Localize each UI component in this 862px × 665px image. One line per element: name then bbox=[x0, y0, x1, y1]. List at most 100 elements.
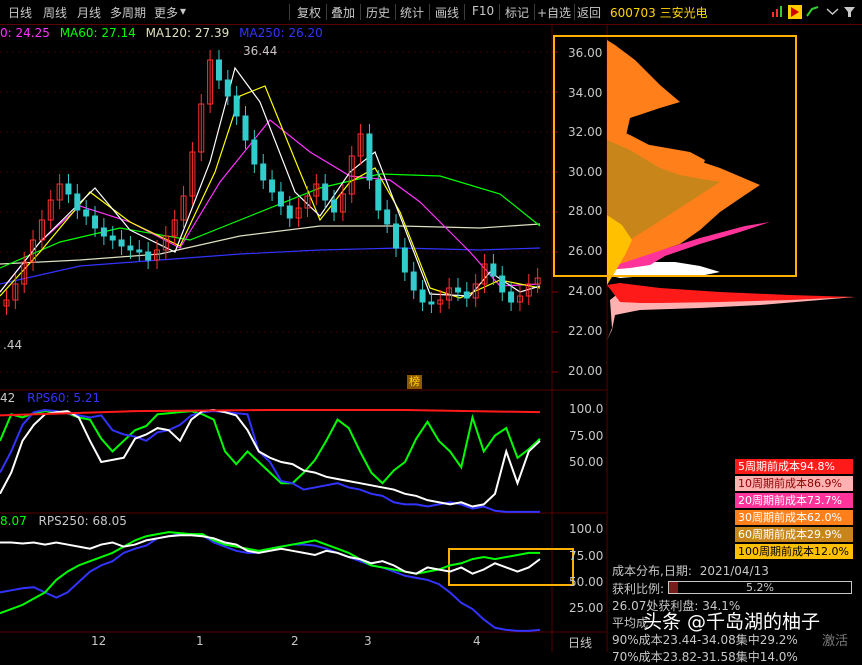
divider bbox=[289, 4, 290, 20]
statistics-button[interactable]: 统计 bbox=[400, 4, 424, 21]
divider bbox=[464, 4, 465, 20]
date-label: 1 bbox=[196, 634, 204, 648]
candle-body bbox=[100, 227, 107, 237]
watermark: 头条 @千岛湖的柚子 bbox=[643, 611, 821, 633]
draw-tool-icon[interactable] bbox=[806, 5, 819, 18]
price-axis-label: 34.00 bbox=[568, 86, 603, 100]
expand-icon[interactable] bbox=[826, 5, 839, 18]
price-axis-label: 20.00 bbox=[568, 364, 603, 378]
candle-body bbox=[419, 289, 426, 303]
add-watchlist-button[interactable]: +自选 bbox=[537, 4, 571, 21]
rps250-axis-label: 75.00 bbox=[569, 549, 604, 563]
candle-body bbox=[499, 275, 506, 293]
stock-name: 三安光电 bbox=[659, 6, 708, 20]
candle-body bbox=[401, 247, 408, 273]
rps60-cut-label: 42 bbox=[0, 391, 16, 405]
candle-body bbox=[224, 79, 231, 97]
candle-body bbox=[277, 191, 284, 207]
cost-legend-30[interactable]: 30周期前成本62.0% bbox=[735, 510, 853, 525]
divider bbox=[429, 4, 430, 20]
flag-icon[interactable] bbox=[788, 5, 802, 19]
period-label: 日线 bbox=[568, 636, 593, 650]
price-axis-label: 36.00 bbox=[568, 46, 603, 60]
candle-body bbox=[65, 183, 72, 195]
toolbar: 日线 周线 月线 多周期 更多 ▾ 复权 叠加 历史 统计 画线 F10 标记 … bbox=[0, 0, 862, 25]
candle-body bbox=[331, 199, 338, 213]
cost-70-line: 70%成本23.82-31.58集中14.0% bbox=[612, 650, 798, 664]
candle-body bbox=[251, 139, 258, 165]
tab-monthly[interactable]: 月线 bbox=[77, 4, 101, 21]
candle-body bbox=[384, 209, 391, 225]
ma120-label: MA120: 27.39 bbox=[145, 26, 230, 40]
profit-ratio-bar: 5.2% bbox=[668, 581, 852, 594]
cost-legend-5[interactable]: 5周期前成本94.8% bbox=[735, 459, 853, 474]
price-axis-label: 22.00 bbox=[568, 324, 603, 338]
bar-chart-icon[interactable] bbox=[771, 5, 784, 18]
chevron-down-icon[interactable]: ▾ bbox=[180, 4, 186, 18]
candle-body bbox=[92, 215, 99, 229]
profit-ratio-label: 获利比例: bbox=[612, 582, 665, 596]
candle-body bbox=[322, 183, 329, 201]
ma-label-cut: 0: 24.25 bbox=[0, 26, 50, 40]
candle-body bbox=[136, 249, 143, 253]
tab-more[interactable]: 更多 bbox=[154, 4, 178, 21]
cost-legend-60[interactable]: 60周期前成本29.9% bbox=[735, 527, 853, 542]
back-button[interactable]: 返回 bbox=[577, 4, 601, 21]
date-label: 2 bbox=[291, 634, 299, 648]
candle-body bbox=[242, 115, 249, 141]
candle-body bbox=[260, 163, 267, 181]
rps60-axis-label: 75.00 bbox=[569, 429, 604, 443]
cost-dist-date: 2021/04/13 bbox=[699, 564, 769, 578]
stock-code: 600703 bbox=[610, 6, 656, 20]
date-label: 12 bbox=[91, 634, 107, 648]
cost-legend-100[interactable]: 100周期前成本12.0% bbox=[735, 544, 853, 559]
candle-body bbox=[375, 179, 382, 211]
ma60-label: MA60: 27.14 bbox=[59, 26, 136, 40]
cost-dist-label: 成本分布,日期: bbox=[612, 564, 692, 578]
history-button[interactable]: 历史 bbox=[366, 4, 390, 21]
rps60-red-1 bbox=[0, 409, 541, 417]
tab-multi-period[interactable]: 多周期 bbox=[110, 4, 146, 21]
stock-title: 600703 三安光电 bbox=[610, 4, 708, 21]
tab-daily[interactable]: 日线 bbox=[8, 4, 32, 21]
ranking-badge[interactable]: 榜 bbox=[407, 375, 422, 389]
mark-button[interactable]: 标记 bbox=[505, 4, 529, 21]
ma-legend: 0: 24.25 MA60: 27.14 MA120: 27.39 MA250:… bbox=[0, 26, 329, 40]
divider bbox=[326, 4, 327, 20]
rps60-blue bbox=[0, 409, 540, 513]
date-label: 4 bbox=[473, 634, 481, 648]
candle-body bbox=[393, 223, 400, 249]
rps250-axis-label: 50.00 bbox=[569, 575, 604, 589]
candle-body bbox=[286, 205, 293, 219]
activate-tag: 激活 bbox=[822, 634, 849, 649]
filter-icon[interactable] bbox=[843, 5, 856, 18]
rps250-axis-label: 25.00 bbox=[569, 601, 604, 615]
candle-body bbox=[366, 133, 373, 181]
rps60-axis-label: 50.00 bbox=[569, 455, 604, 469]
date-label: 3 bbox=[364, 634, 372, 648]
f10-button[interactable]: F10 bbox=[472, 4, 494, 18]
price-axis-label: 32.00 bbox=[568, 125, 603, 139]
draw-line-button[interactable]: 画线 bbox=[435, 4, 459, 21]
chart-canvas[interactable] bbox=[0, 24, 862, 652]
rps250-white bbox=[0, 534, 541, 575]
candle-body bbox=[428, 301, 435, 305]
tab-weekly[interactable]: 周线 bbox=[43, 4, 67, 21]
cost-legend-20[interactable]: 20周期前成本73.7% bbox=[735, 493, 853, 508]
profit-ratio-value: 5.2% bbox=[746, 581, 774, 594]
ma120-line bbox=[0, 223, 541, 265]
cost-legend-10[interactable]: 10周期前成本86.9% bbox=[735, 476, 853, 491]
candle-body bbox=[454, 287, 461, 293]
high-price-label: 36.44 bbox=[243, 44, 278, 58]
candle-body bbox=[145, 251, 152, 261]
overlay-button[interactable]: 叠加 bbox=[331, 4, 355, 21]
restore-rights-button[interactable]: 复权 bbox=[297, 4, 321, 21]
rps250-axis-label: 100.0 bbox=[569, 522, 604, 536]
rps250-cut-label: 8.07 bbox=[0, 514, 27, 528]
candle-body bbox=[215, 59, 222, 81]
candle-body bbox=[269, 179, 276, 193]
divider bbox=[574, 4, 575, 20]
candle-body bbox=[508, 291, 515, 303]
rps60-axis-label: 100.0 bbox=[569, 402, 604, 416]
candle-body bbox=[83, 209, 90, 217]
